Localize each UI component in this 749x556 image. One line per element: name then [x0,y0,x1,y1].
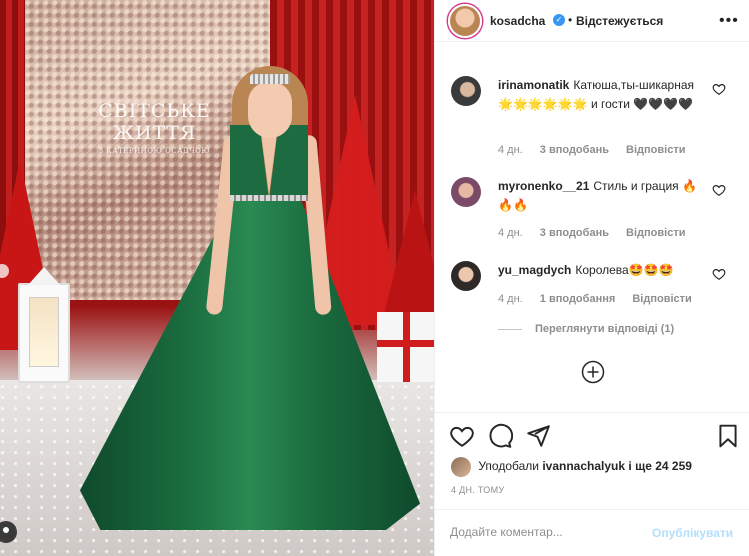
verified-badge-icon: ✓ [553,14,565,26]
comment-like-heart-icon[interactable] [712,82,726,96]
comment-body: irinamonatik Катюша,ты-шикарная🌟🌟🌟🌟🌟🌟 и г… [498,76,708,114]
reply-button[interactable]: Відповісти [632,293,691,305]
commenter-username[interactable]: myronenko__21 [498,179,589,193]
comment-age: 4 дн. [498,227,523,239]
comment-meta: 4 дн. 1 вподобання Відповісти [498,293,706,305]
likes-prefix: Уподобали [478,459,539,474]
reply-button[interactable]: Відповісти [626,227,685,239]
dress-skirt [80,200,420,530]
post-header: kosadcha ✓ • Відстежується ••• [435,0,749,42]
likes-count[interactable]: і ще 24 259 [628,459,692,473]
woman-in-green-dress [80,40,434,540]
comment-meta: 4 дн. 3 вподобань Відповісти [498,227,699,239]
post-side-panel: kosadcha ✓ • Відстежується ••• irinamona… [434,0,749,556]
liker-avatar[interactable] [451,457,471,477]
liker-username[interactable]: ivannachalyuk [542,459,625,473]
comment-likes[interactable]: 3 вподобань [540,227,609,239]
heart-icon[interactable] [449,423,475,449]
lantern [18,283,70,383]
post-actions [435,412,749,456]
author-handle[interactable]: kosadcha [490,14,545,28]
replies-divider [498,328,522,330]
reply-button[interactable]: Відповісти [626,144,685,156]
comments-list: irinamonatik Катюша,ты-шикарная🌟🌟🌟🌟🌟🌟 и г… [435,43,749,413]
likes-summary: Уподобали ivannachalyuk і ще 24 259 [451,457,692,477]
following-button[interactable]: Відстежується [576,14,663,28]
tiara [250,74,290,84]
comment-likes[interactable]: 1 вподобання [540,293,615,305]
post-photo[interactable]: СВІТСЬКЕ ЖИТТЯ З КАТЕРИНОЮ ОСАДЧОЮ [0,0,434,556]
commenter-username[interactable]: yu_magdych [498,263,571,277]
commenter-avatar[interactable] [451,261,481,291]
add-comment-bar: Опублікувати [435,509,749,556]
comment-age: 4 дн. [498,293,523,305]
comment-text: Королева🤩🤩🤩 [575,263,674,277]
commenter-avatar[interactable] [451,177,481,207]
comment-input[interactable] [450,525,640,539]
bookmark-icon[interactable] [715,423,741,449]
separator: • [568,13,573,27]
author-avatar[interactable] [448,4,482,38]
comment-body: yu_magdych Королева🤩🤩🤩 [498,261,708,280]
comment-likes[interactable]: 3 вподобань [540,144,609,156]
post-comment-button[interactable]: Опублікувати [652,526,733,540]
plus-circle-icon[interactable] [581,360,605,384]
comment-meta: 4 дн. 3 вподобань Відповісти [498,144,699,156]
more-horizontal-icon[interactable]: ••• [719,12,739,30]
view-replies-button[interactable]: Переглянути відповіді (1) [498,323,674,335]
comment-body: myronenko__21 Стиль и грация 🔥🔥🔥 [498,177,708,215]
post-timestamp[interactable]: 4 ДН. ТОМУ [451,485,504,495]
comment-like-heart-icon[interactable] [712,267,726,281]
commenter-avatar[interactable] [451,76,481,106]
jeweled-belt [230,195,308,201]
face [248,82,292,138]
comment-age: 4 дн. [498,144,523,156]
comment-like-heart-icon[interactable] [712,183,726,197]
commenter-username[interactable]: irinamonatik [498,78,569,92]
view-replies-label: Переглянути відповіді (1) [535,323,675,335]
comment-icon[interactable] [487,423,513,449]
send-icon[interactable] [525,423,551,449]
